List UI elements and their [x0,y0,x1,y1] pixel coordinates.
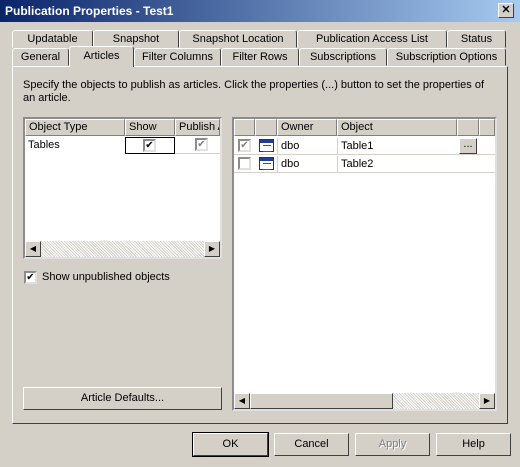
article-publish-checkbox-table2[interactable] [238,157,251,170]
cancel-button[interactable]: Cancel [274,433,349,456]
description-text: Specify the objects to publish as articl… [23,79,485,104]
horizontal-scroll-track[interactable] [41,241,204,257]
tab-status[interactable]: Status [447,30,506,48]
publish-all-tables-checkbox: ✔ [195,138,208,151]
apply-button: Apply [355,433,430,456]
help-button[interactable]: Help [436,433,511,456]
window-title: Publication Properties - Test1 [5,4,174,18]
scroll-thumb[interactable] [250,393,393,409]
table-icon [259,157,274,170]
publish-all-cell: ✔ [175,137,220,154]
horizontal-scroll-track[interactable] [393,393,479,409]
articles-list[interactable]: Owner Object ✔ dbo Table1 ... dbo Table2… [232,117,497,411]
tab-general[interactable]: General [12,48,69,66]
show-cell[interactable]: ✔ [125,137,175,154]
scroll-left-button[interactable]: ◀ [25,241,41,257]
column-header-publish-all[interactable]: Publish A [175,119,220,136]
column-header-filler [479,119,495,136]
article-object[interactable]: Table1 [337,138,457,154]
tab-subscriptions[interactable]: Subscriptions [299,48,387,66]
show-unpublished-checkbox[interactable]: ✔ [24,271,37,284]
column-header-published [234,119,255,136]
table-icon [259,139,274,152]
tab-publication-access-list[interactable]: Publication Access List [297,30,447,48]
close-button[interactable]: ✕ [498,3,514,18]
column-header-object-type[interactable]: Object Type [25,119,125,136]
object-type-tables[interactable]: Tables [25,137,125,153]
article-owner[interactable]: dbo [277,156,337,172]
column-header-owner[interactable]: Owner [277,119,337,136]
column-header-properties [457,119,479,136]
tab-articles[interactable]: Articles [69,46,134,67]
article-object[interactable]: Table2 [337,156,457,172]
tab-filter-columns[interactable]: Filter Columns [134,48,221,66]
article-defaults-button[interactable]: Article Defaults... [23,387,222,410]
column-header-show[interactable]: Show [125,119,175,136]
tab-subscription-options[interactable]: Subscription Options [387,48,506,66]
column-header-object[interactable]: Object [337,119,457,136]
column-header-icon [255,119,277,136]
ok-button[interactable]: OK [192,432,269,457]
article-publish-checkbox-table1: ✔ [238,139,251,152]
article-owner[interactable]: dbo [277,138,337,154]
tab-filter-rows[interactable]: Filter Rows [221,48,299,66]
scroll-right-button[interactable]: ▶ [479,393,495,409]
scroll-left-button[interactable]: ◀ [234,393,250,409]
object-type-list[interactable]: Object Type Show Publish A Tables ✔ ✔ ◀ … [23,117,222,259]
scroll-right-button[interactable]: ▶ [204,241,220,257]
show-tables-checkbox[interactable]: ✔ [143,139,156,152]
show-unpublished-label[interactable]: Show unpublished objects [42,271,170,283]
tab-snapshot-location[interactable]: Snapshot Location [179,30,297,48]
article-properties-button[interactable]: ... [459,138,477,154]
